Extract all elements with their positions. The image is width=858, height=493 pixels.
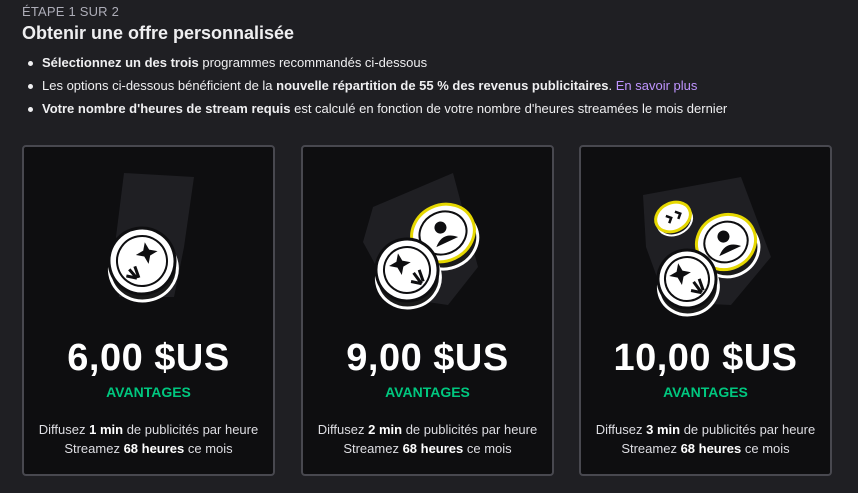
offer-price: 6,00 $US <box>67 337 230 379</box>
page-title: Obtenir une offre personnalisée <box>22 23 295 43</box>
perks-label: AVANTAGES <box>106 384 191 400</box>
desc-text: ce mois <box>463 441 512 456</box>
bullet-text: Les options ci-dessous bénéficient de la <box>42 78 277 93</box>
offer-card-2[interactable]: 9,00 $US AVANTAGES Diffusez 2 min de pub… <box>301 145 554 476</box>
offer-price: 9,00 $US <box>346 337 509 379</box>
desc-text: Streamez <box>621 441 681 456</box>
bullet-bold-text: nouvelle répartition de 55 % des revenus… <box>276 78 609 93</box>
stream-hours: 68 heures <box>680 441 742 456</box>
desc-text: de publicités par heure <box>123 422 259 437</box>
learn-more-link[interactable]: En savoir plus <box>616 78 698 93</box>
desc-text: Streamez <box>64 441 124 456</box>
ad-minutes: 2 min <box>368 422 403 437</box>
offer-card-1[interactable]: 6,00 $US AVANTAGES Diffusez 1 min de pub… <box>22 145 275 476</box>
desc-text: Diffusez <box>317 422 369 437</box>
desc-text: Streamez <box>343 441 403 456</box>
desc-text: Diffusez <box>595 422 647 437</box>
desc-text: ce mois <box>741 441 790 456</box>
perks-label: AVANTAGES <box>385 384 470 400</box>
list-item: Les options ci-dessous bénéficient de la… <box>26 77 727 100</box>
info-list: Sélectionnez un des trois programmes rec… <box>26 54 727 123</box>
offer-description: Diffusez 3 min de publicités par heure S… <box>581 420 830 458</box>
perks-label: AVANTAGES <box>663 384 748 400</box>
three-coins-icon <box>643 177 771 317</box>
two-coins-icon <box>363 173 480 310</box>
ad-minutes: 3 min <box>646 422 681 437</box>
offer-description: Diffusez 1 min de publicités par heure S… <box>24 420 273 458</box>
offer-price: 10,00 $US <box>613 337 798 379</box>
step-indicator: ÉTAPE 1 SUR 2 <box>22 4 120 19</box>
stream-hours: 68 heures <box>402 441 464 456</box>
desc-text: de publicités par heure <box>402 422 538 437</box>
bullet-text: . <box>608 78 616 93</box>
bullet-text: est calculé en fonction de votre nombre … <box>290 101 728 116</box>
desc-text: ce mois <box>184 441 233 456</box>
bullet-bold-text: Votre nombre d'heures de stream requis <box>42 101 291 116</box>
desc-text: Diffusez <box>38 422 90 437</box>
list-item: Sélectionnez un des trois programmes rec… <box>26 54 727 77</box>
list-item: Votre nombre d'heures de stream requis e… <box>26 100 727 123</box>
offer-card-3[interactable]: 10,00 $US AVANTAGES Diffusez 3 min de pu… <box>579 145 832 476</box>
bullet-text: programmes recommandés ci-dessous <box>198 55 428 70</box>
stream-hours: 68 heures <box>123 441 185 456</box>
offer-description: Diffusez 2 min de publicités par heure S… <box>303 420 552 458</box>
bullet-bold-text: Sélectionnez un des trois <box>42 55 199 70</box>
single-coin-icon <box>107 173 194 303</box>
desc-text: de publicités par heure <box>680 422 816 437</box>
ad-minutes: 1 min <box>89 422 124 437</box>
